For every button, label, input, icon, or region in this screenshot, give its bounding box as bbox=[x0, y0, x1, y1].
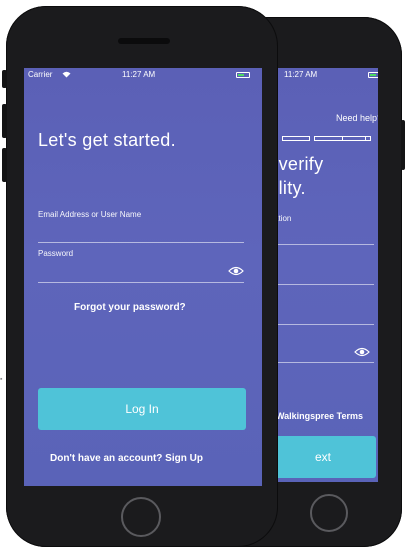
mute-switch bbox=[2, 70, 7, 88]
show-password-icon[interactable] bbox=[228, 266, 244, 276]
wifi-icon bbox=[62, 71, 71, 78]
front-phone-screen: Carrier 11:27 AM Let's get started. Emai… bbox=[24, 68, 262, 486]
email-label: Email Address or User Name bbox=[38, 210, 142, 219]
earpiece-speaker bbox=[118, 38, 170, 44]
battery-icon bbox=[236, 72, 250, 78]
next-button[interactable]: ext bbox=[270, 436, 376, 478]
front-home-button bbox=[121, 497, 161, 537]
email-field[interactable] bbox=[38, 242, 244, 243]
back-home-button bbox=[310, 494, 348, 532]
forgot-password-link[interactable]: Forgot your password? bbox=[74, 302, 186, 313]
back-field-underline-4[interactable] bbox=[270, 362, 374, 363]
back-field-underline-2[interactable] bbox=[270, 284, 374, 285]
back-field-underline-1[interactable] bbox=[270, 244, 374, 245]
login-button[interactable]: Log In bbox=[38, 388, 246, 430]
back-status-time: 11:27 AM bbox=[284, 70, 318, 79]
page-title: Let's get started. bbox=[38, 130, 176, 150]
edge-artifact: ▪ bbox=[0, 376, 3, 383]
password-label: Password bbox=[38, 249, 74, 258]
progress-step-3 bbox=[342, 136, 371, 141]
back-phone-power-button bbox=[401, 120, 405, 170]
terms-link[interactable]: Walkingspree Terms bbox=[276, 411, 363, 421]
back-field-underline-3[interactable] bbox=[270, 324, 374, 325]
carrier-label: Carrier bbox=[28, 70, 53, 79]
signup-link[interactable]: Don't have an account? Sign Up bbox=[50, 453, 203, 464]
back-battery-icon bbox=[368, 72, 378, 78]
need-help-link[interactable]: Need help? bbox=[336, 113, 378, 123]
stage: 11:27 AM Need help? s verify bility. cat… bbox=[0, 0, 407, 550]
password-field[interactable] bbox=[38, 282, 244, 283]
back-eye-icon[interactable] bbox=[354, 347, 370, 357]
progress-step-1 bbox=[282, 136, 310, 141]
status-time: 11:27 AM bbox=[122, 70, 156, 79]
volume-up-button bbox=[2, 104, 7, 138]
volume-down-button bbox=[2, 148, 7, 182]
